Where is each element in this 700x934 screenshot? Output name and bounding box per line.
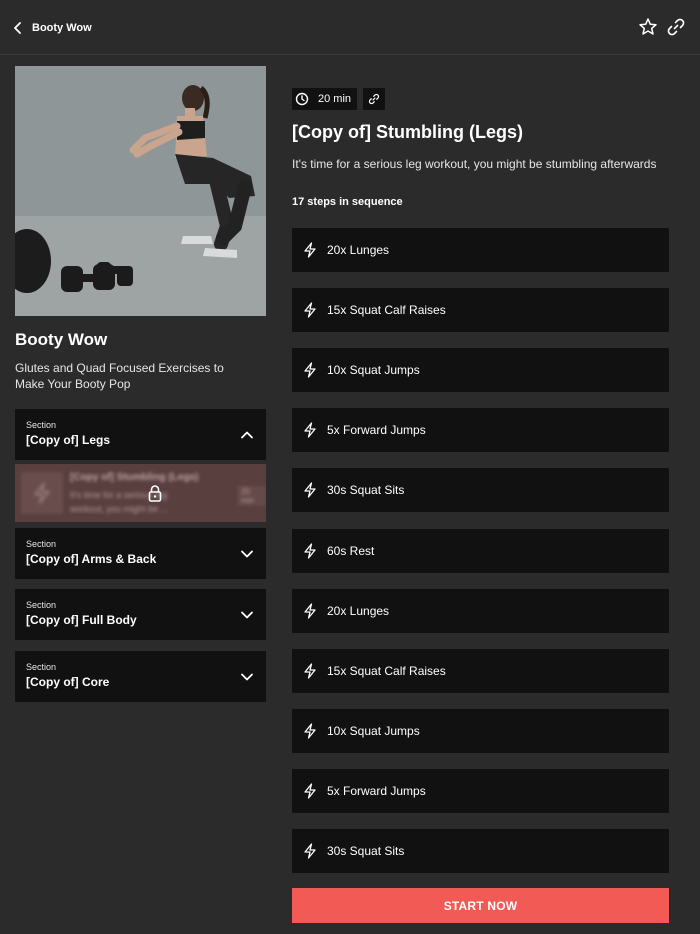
program-hero-image [15,66,266,316]
step-row[interactable]: 10x Squat Jumps [292,709,669,753]
top-bar: Booty Wow [0,0,700,55]
link-icon [368,93,380,105]
chevron-up-icon [241,431,253,439]
program-title: Booty Wow [15,330,108,349]
step-label: 30s Squat Sits [327,844,405,858]
bolt-icon [304,723,316,739]
locked-workout-description: It's time for a serious leg workout, you… [70,490,169,514]
section-name: [Copy of] Full Body [26,613,137,627]
step-row[interactable]: 60s Rest [292,529,669,573]
start-now-button[interactable]: START NOW [292,888,669,923]
bolt-icon [34,482,50,504]
step-label: 5x Forward Jumps [327,423,426,437]
bolt-icon [304,422,316,438]
step-row[interactable]: 30s Squat Sits [292,829,669,873]
program-description: Glutes and Quad Focused Exercises to Mak… [15,361,224,391]
bolt-icon [304,843,316,859]
step-row[interactable]: 20x Lunges [292,228,669,272]
workout-detail: 20 min [Copy of] Stumbling (Legs) It's t… [292,88,669,208]
section-kicker: Section [26,662,57,672]
step-row[interactable]: 30s Squat Sits [292,468,669,512]
step-row[interactable]: 20x Lunges [292,589,669,633]
star-outline-icon[interactable] [638,17,658,37]
locked-workout-card[interactable]: [Copy of] Stumbling (Legs) It's time for… [15,464,266,522]
steps-count: 17 steps in sequence [292,196,403,208]
step-row[interactable]: 5x Forward Jumps [292,408,669,452]
section-kicker: Section [26,539,57,549]
step-label: 30s Squat Sits [327,483,405,497]
bolt-icon [304,783,316,799]
bolt-icon [304,482,316,498]
bolt-icon [304,543,316,559]
bolt-icon [304,242,316,258]
section-arms-back[interactable]: Section [Copy of] Arms & Back [15,528,266,579]
section-kicker: Section [26,420,57,430]
step-row[interactable]: 15x Squat Calf Raises [292,288,669,332]
back-label: Booty Wow [32,22,92,34]
step-label: 20x Lunges [327,604,390,618]
chevron-down-icon [241,611,253,619]
step-label: 20x Lunges [327,243,390,257]
program-panel: Booty Wow Glutes and Quad Focused Exerci… [15,66,266,392]
chevron-down-icon [241,550,253,558]
step-row[interactable]: 5x Forward Jumps [292,769,669,813]
step-label: 15x Squat Calf Raises [327,664,446,678]
back-button[interactable]: Booty Wow [12,17,92,39]
workout-description: It's time for a serious leg workout, you… [292,157,657,171]
step-label: 60s Rest [327,544,375,558]
step-label: 10x Squat Jumps [327,724,420,738]
step-row[interactable]: 15x Squat Calf Raises [292,649,669,693]
workout-duration: 20 min [312,88,358,110]
bolt-icon [304,362,316,378]
step-row[interactable]: 10x Squat Jumps [292,348,669,392]
section-name: [Copy of] Core [26,675,110,689]
workout-title: [Copy of] Stumbling (Legs) [292,122,523,142]
workout-link-button[interactable] [363,88,386,110]
step-label: 5x Forward Jumps [327,784,426,798]
section-name: [Copy of] Arms & Back [26,552,157,566]
section-kicker: Section [26,600,57,610]
bolt-icon [304,603,316,619]
locked-workout-title: [Copy of] Stumbling (Legs) [70,472,199,483]
bolt-icon [304,302,316,318]
chevron-down-icon [241,673,253,681]
lock-icon [148,485,162,502]
step-label: 10x Squat Jumps [327,363,420,377]
bolt-icon [304,663,316,679]
locked-workout-duration: 20 min [237,486,266,506]
woman-squatting-photo [15,66,266,316]
section-full-body[interactable]: Section [Copy of] Full Body [15,589,266,640]
workout-meta: 20 min [292,88,669,110]
step-label: 15x Squat Calf Raises [327,303,446,317]
section-legs[interactable]: Section [Copy of] Legs [15,409,266,460]
chevron-left-icon [14,22,21,34]
clock-icon [292,88,312,110]
link-icon[interactable] [666,17,686,37]
section-name: [Copy of] Legs [26,433,110,447]
section-core[interactable]: Section [Copy of] Core [15,651,266,702]
workout-thumbnail [21,472,63,514]
